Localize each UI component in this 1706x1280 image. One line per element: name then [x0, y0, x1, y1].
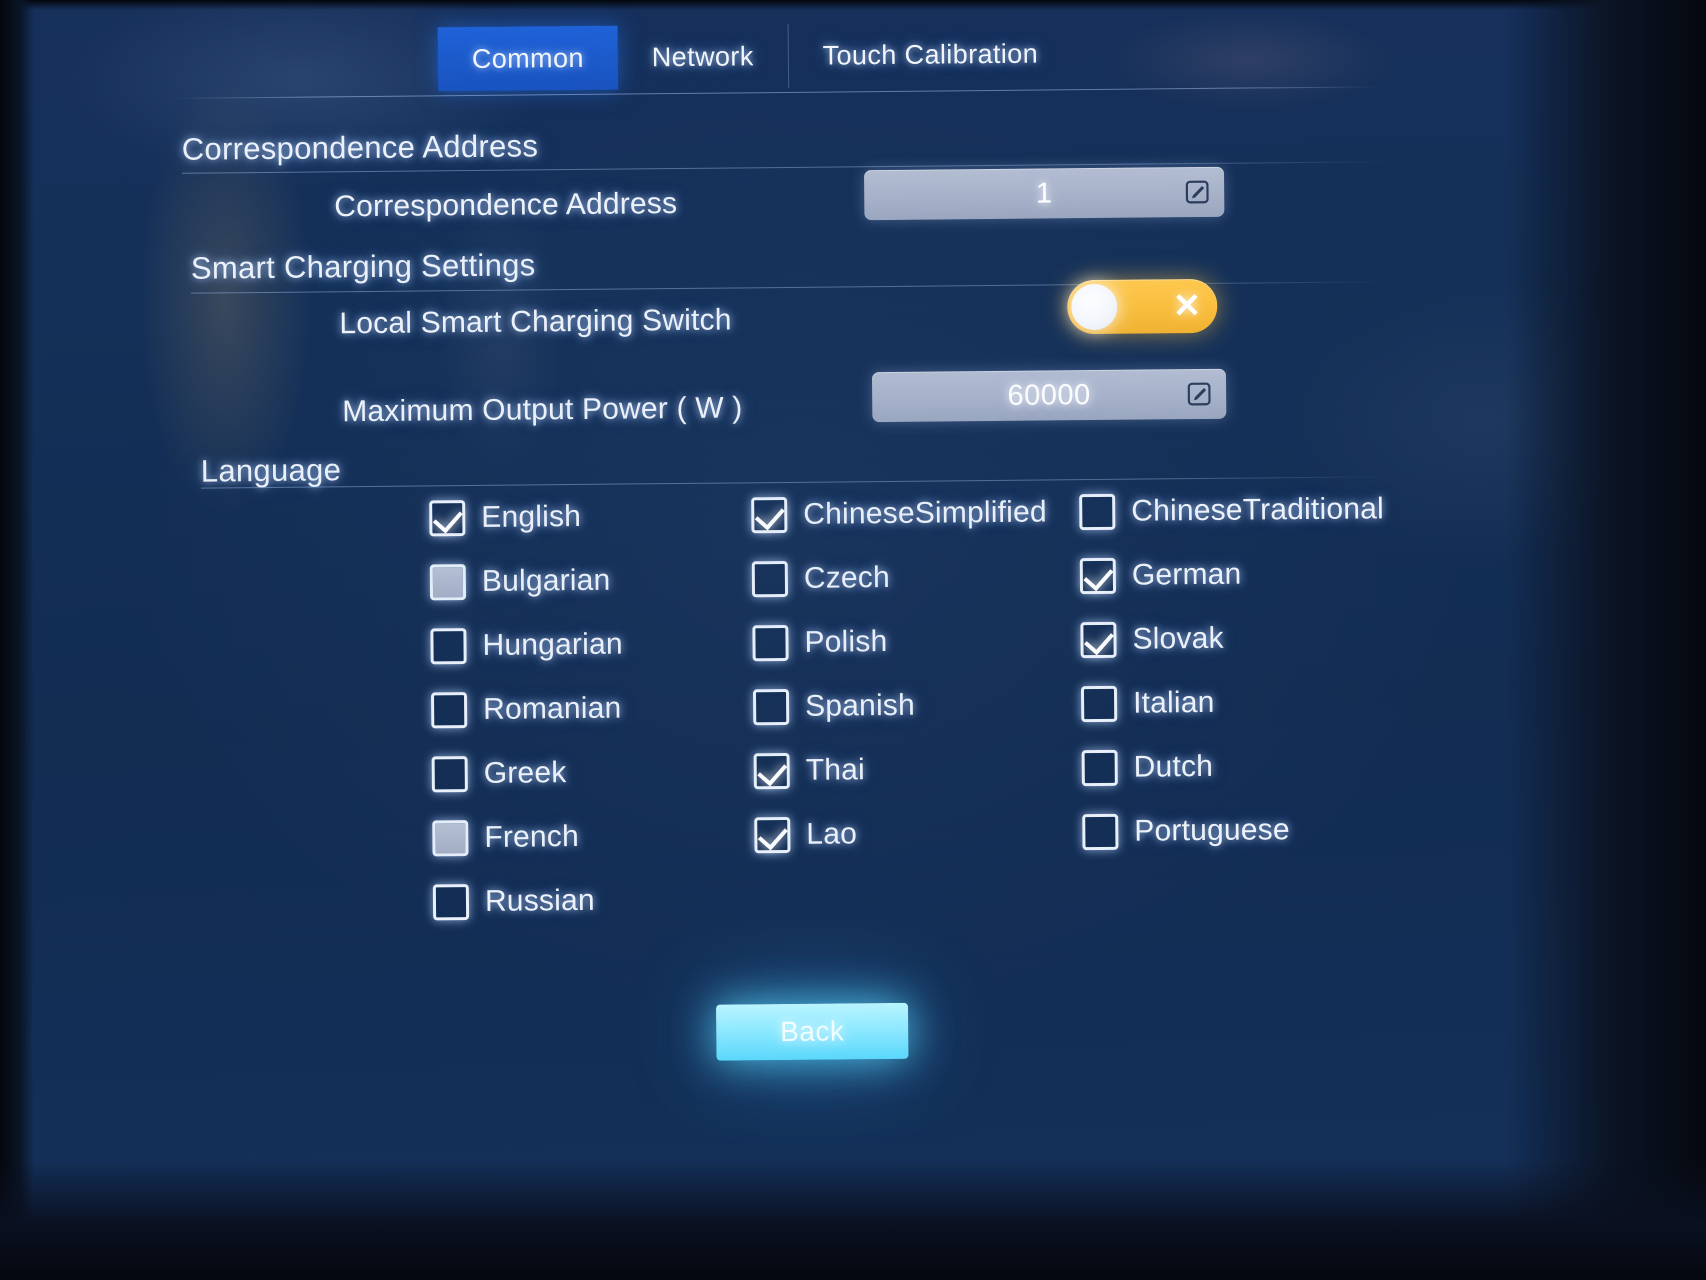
edit-square-icon[interactable]: [1184, 179, 1210, 205]
language-label: Hungarian: [482, 627, 623, 662]
checkbox-english-icon[interactable]: [429, 500, 466, 537]
language-label: Bulgarian: [481, 563, 611, 598]
language-option-bulgarian[interactable]: Bulgarian: [429, 547, 753, 614]
tab-common[interactable]: Common: [437, 25, 619, 92]
language-label: English: [481, 499, 582, 534]
language-option-lao[interactable]: Lao: [754, 800, 1083, 867]
checkbox-chinesetraditional-icon[interactable]: [1079, 493, 1116, 531]
checkbox-italian-icon[interactable]: [1080, 685, 1118, 723]
language-option-chinesetraditional[interactable]: ChineseTraditional: [1079, 477, 1440, 544]
language-label: Portuguese: [1134, 813, 1290, 848]
language-option-dutch[interactable]: Dutch: [1081, 733, 1442, 800]
checkbox-greek-icon[interactable]: [431, 756, 468, 793]
checkbox-spanish-icon[interactable]: [752, 688, 790, 726]
language-option-spanish[interactable]: Spanish: [752, 672, 1082, 739]
edit-square-icon[interactable]: [1186, 381, 1212, 407]
language-option-portuguese[interactable]: Portuguese: [1082, 797, 1443, 864]
tab-network-label: Network: [651, 40, 754, 72]
language-option-russian[interactable]: Russian: [432, 867, 756, 934]
language-label: Thai: [805, 753, 866, 787]
checkbox-dutch-icon[interactable]: [1081, 749, 1118, 787]
language-option-german[interactable]: German: [1079, 541, 1441, 608]
checkbox-bulgarian-icon[interactable]: [429, 564, 467, 601]
language-label: Romanian: [482, 691, 622, 726]
correspondence-address-input[interactable]: 1: [863, 166, 1225, 221]
checkbox-portuguese-icon[interactable]: [1082, 813, 1119, 851]
language-label: ChineseSimplified: [803, 495, 1047, 531]
checkbox-czech-icon[interactable]: [751, 560, 789, 598]
checkbox-french-icon[interactable]: [432, 820, 469, 857]
language-label: Spanish: [804, 688, 916, 723]
language-option-czech[interactable]: Czech: [751, 544, 1081, 611]
language-option-hungarian[interactable]: Hungarian: [430, 611, 753, 678]
language-label: Lao: [806, 817, 858, 851]
local-smart-charging-toggle[interactable]: ✕: [1067, 278, 1218, 335]
language-option-english[interactable]: English: [429, 483, 752, 550]
back-button-label: Back: [779, 1015, 845, 1048]
tab-bar: Common Network Touch Calibration: [437, 21, 1073, 92]
device-screen-photo: Common Network Touch Calibration Corresp…: [0, 0, 1706, 1280]
language-label: French: [484, 819, 580, 854]
language-checkbox-grid: English ChineseSimplified ChineseTradition…: [429, 477, 1443, 935]
language-label: Dutch: [1133, 749, 1214, 784]
language-option-chinesesimplified[interactable]: ChineseSimplified: [751, 480, 1080, 547]
checkbox-thai-icon[interactable]: [753, 752, 790, 790]
section-title-smart-charging-settings: Smart Charging Settings: [190, 247, 536, 286]
field-label-maximum-output-power: Maximum Output Power ( W ): [342, 391, 743, 429]
back-button[interactable]: Back: [715, 1002, 909, 1061]
checkbox-romanian-icon[interactable]: [430, 692, 468, 729]
checkbox-hungarian-icon[interactable]: [430, 628, 467, 665]
maximum-output-power-input[interactable]: 60000: [871, 368, 1227, 423]
language-label: Russian: [484, 883, 595, 918]
language-option-greek[interactable]: Greek: [431, 739, 754, 806]
checkbox-russian-icon[interactable]: [432, 884, 470, 921]
language-label: Polish: [804, 625, 888, 659]
language-label: Greek: [483, 756, 567, 790]
language-option-slovak[interactable]: Slovak: [1080, 605, 1441, 672]
language-label: Italian: [1132, 685, 1215, 720]
language-label: German: [1131, 557, 1242, 592]
tab-touch-calibration[interactable]: Touch Calibration: [788, 21, 1072, 88]
maximum-output-power-value: 60000: [1007, 378, 1091, 412]
tab-common-label: Common: [471, 42, 584, 74]
language-label: Slovak: [1132, 621, 1224, 656]
language-option-french[interactable]: French: [432, 803, 755, 870]
section-title-correspondence-address: Correspondence Address: [181, 128, 539, 167]
language-label: ChineseTraditional: [1131, 492, 1385, 528]
tab-touch-calibration-label: Touch Calibration: [822, 38, 1039, 71]
toggle-knob: [1071, 283, 1118, 331]
checkbox-chinesesimplified-icon[interactable]: [751, 496, 788, 534]
language-label: Czech: [803, 560, 891, 595]
language-option-polish[interactable]: Polish: [752, 608, 1081, 675]
field-label-correspondence-address: Correspondence Address: [334, 187, 678, 224]
checkbox-lao-icon[interactable]: [754, 816, 791, 854]
language-option-romanian[interactable]: Romanian: [430, 675, 754, 742]
language-option-thai[interactable]: Thai: [753, 736, 1082, 803]
checkbox-german-icon[interactable]: [1079, 557, 1117, 595]
checkbox-polish-icon[interactable]: [752, 624, 789, 662]
toggle-off-x-icon: ✕: [1172, 286, 1202, 326]
language-option-italian[interactable]: Italian: [1080, 669, 1442, 736]
field-label-local-smart-charging-switch: Local Smart Charging Switch: [339, 303, 732, 341]
checkbox-slovak-icon[interactable]: [1080, 621, 1117, 659]
section-title-language: Language: [200, 452, 342, 489]
settings-screen: Common Network Touch Calibration Corresp…: [0, 0, 1576, 1188]
tab-bar-divider: [170, 86, 1386, 99]
tab-network[interactable]: Network: [617, 23, 789, 90]
correspondence-address-value: 1: [1035, 176, 1053, 210]
